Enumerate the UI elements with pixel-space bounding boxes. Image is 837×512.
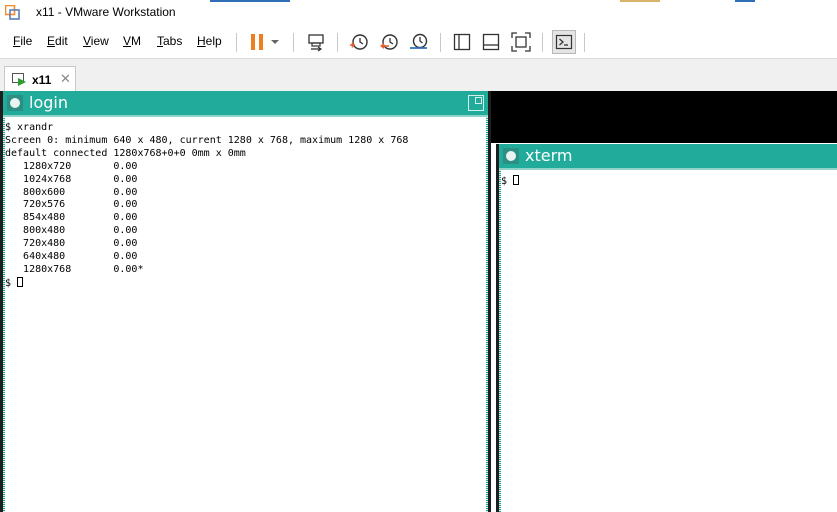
menu-bar: File Edit View VM Tabs Help — [0, 25, 837, 58]
terminal-line: 1280x768 0.00* — [5, 263, 144, 275]
terminal-line: 1024x768 0.00 — [5, 173, 138, 185]
toolbar-separator — [440, 33, 441, 52]
show-library-icon — [453, 33, 471, 51]
x11-root-background — [490, 91, 837, 143]
vm-tab-bar: x11 ✕ — [0, 58, 837, 92]
power-dropdown-button[interactable] — [266, 30, 284, 54]
window-border-left — [499, 170, 501, 512]
send-ctrl-alt-del-icon — [308, 34, 324, 52]
menu-view[interactable]: View — [83, 34, 109, 48]
vm-display[interactable]: login $ xrandr Screen 0: minimum 640 x 48… — [0, 91, 837, 512]
terminal-cursor — [513, 175, 520, 185]
vm-running-icon — [12, 73, 26, 86]
dropdown-arrow-icon — [271, 40, 279, 44]
terminal-prompt-line: $ — [501, 175, 520, 189]
snapshot-manager-icon — [410, 33, 428, 49]
terminal-line: 720x576 0.00 — [5, 199, 138, 211]
titlebar-accent — [735, 0, 755, 2]
xterm-titlebar[interactable]: xterm — [499, 144, 837, 170]
toolbar-separator — [584, 33, 585, 52]
terminal-line: default connected 1280x768+0+0 0mm x 0mm — [5, 147, 246, 159]
terminal-line: $ xrandr — [5, 122, 54, 133]
show-thumbnail-bar-button[interactable] — [479, 30, 503, 54]
window-titlebar: x11 - VMware Workstation — [0, 0, 837, 25]
menu-vm[interactable]: VM — [123, 34, 141, 48]
login-terminal[interactable]: $ xrandr Screen 0: minimum 640 x 480, cur… — [5, 122, 408, 291]
full-screen-button[interactable] — [509, 30, 533, 54]
revert-snapshot-icon — [380, 34, 398, 50]
revert-snapshot-button[interactable] — [377, 30, 401, 54]
full-screen-icon — [511, 32, 531, 52]
xterm-terminal[interactable]: $ — [501, 175, 520, 189]
tab-label: x11 — [32, 73, 52, 87]
terminal-line: 1280x720 0.00 — [5, 160, 138, 172]
snapshot-icon — [350, 34, 368, 50]
menu-tabs[interactable]: Tabs — [157, 34, 182, 48]
pause-icon — [251, 34, 263, 50]
take-snapshot-button[interactable] — [347, 30, 371, 54]
terminal-line: 640x480 0.00 — [5, 251, 138, 263]
terminal-prompt-line: $ — [5, 276, 408, 291]
window-title: x11 - VMware Workstation — [36, 5, 176, 19]
terminal-line: Screen 0: minimum 640 x 480, current 128… — [5, 134, 409, 146]
terminal-prompt: $ — [501, 176, 514, 187]
window-menu-button[interactable] — [7, 95, 23, 111]
menu-help[interactable]: Help — [197, 34, 222, 48]
maximize-icon[interactable] — [468, 95, 484, 111]
terminal-prompt: $ — [5, 277, 18, 289]
login-window-title: login — [29, 93, 68, 112]
terminal-line: 720x480 0.00 — [5, 238, 138, 250]
menu-edit[interactable]: Edit — [47, 34, 68, 48]
titlebar-accent — [210, 0, 290, 2]
xterm-window-title: xterm — [525, 146, 573, 165]
toolbar-separator — [337, 33, 338, 52]
menu-file[interactable]: File — [13, 34, 32, 48]
toolbar-separator — [542, 33, 543, 52]
snapshot-manager-button[interactable] — [407, 30, 431, 54]
toolbar-separator — [293, 33, 294, 52]
titlebar-accent — [620, 0, 660, 2]
toolbar-separator — [236, 33, 237, 52]
console-view-button[interactable] — [552, 30, 576, 54]
vmware-app-icon — [5, 5, 20, 20]
terminal-line: 854x480 0.00 — [5, 212, 138, 224]
window-border-right — [486, 117, 488, 512]
terminal-cursor — [17, 276, 24, 287]
terminal-line: 800x600 0.00 — [5, 186, 138, 198]
send-ctrl-alt-del-button[interactable] — [304, 30, 328, 54]
show-library-button[interactable] — [450, 30, 474, 54]
tab-x11[interactable]: x11 ✕ — [4, 66, 76, 92]
terminal-line: 800x480 0.00 — [5, 225, 138, 237]
window-menu-button[interactable] — [503, 148, 519, 164]
xterm-window[interactable]: xterm $ — [496, 144, 837, 512]
login-titlebar[interactable]: login — [3, 91, 488, 117]
tab-close-icon[interactable]: ✕ — [60, 71, 71, 87]
login-window[interactable]: login $ xrandr Screen 0: minimum 640 x 48… — [0, 91, 491, 512]
show-thumbnail-bar-icon — [482, 33, 500, 51]
console-view-icon — [555, 34, 573, 50]
